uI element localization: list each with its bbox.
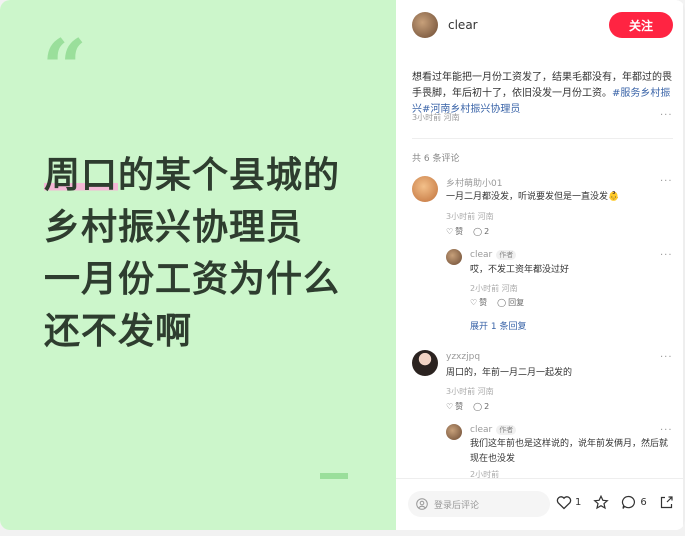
- post-meta: 3小时前 河南: [412, 113, 460, 122]
- headline-highlight: 周口: [44, 155, 119, 196]
- heart-icon: [556, 496, 572, 510]
- comment-total: 6: [640, 497, 647, 508]
- more-icon[interactable]: ···: [660, 250, 673, 261]
- comment-meta: 3小时前 河南: [446, 212, 494, 221]
- comment-actions: ♡ 赞 ◯ 2: [446, 226, 489, 237]
- divider: [412, 138, 673, 139]
- quote-mark: “: [42, 23, 87, 114]
- commenter-name[interactable]: yzxzjpq: [446, 352, 480, 362]
- reply-author-name: clear: [470, 250, 493, 260]
- reply-actions: ♡ 赞 ◯ 回复: [470, 297, 524, 308]
- comment-meta: 3小时前 河南: [446, 387, 494, 396]
- reply-text: 哎，不发工资年都没过好: [470, 265, 570, 275]
- author-badge: 作者: [496, 425, 517, 435]
- heart-icon: ♡: [446, 402, 454, 411]
- heart-icon: ♡: [446, 227, 454, 236]
- more-icon[interactable]: ···: [660, 352, 673, 363]
- comment-text: 周口的，年前一月二月一起发的: [446, 368, 573, 378]
- reply-count: 2: [484, 402, 490, 411]
- reply-button[interactable]: ◯ 2: [473, 227, 489, 236]
- like-label: 赞: [455, 402, 464, 411]
- follow-button[interactable]: 关注: [609, 12, 673, 38]
- cover-image: “ 周口的某个县城的 乡村振兴协理员 一月份工资为什么 还不发啊: [0, 0, 396, 530]
- decor-dash: [320, 473, 348, 479]
- reply-author-name: clear: [470, 425, 493, 435]
- headline-line-4: 还不发啊: [44, 311, 193, 352]
- comment-text: 一月二月都没发，听说要发但是一直没发👶: [446, 192, 620, 202]
- like-label: 赞: [479, 298, 488, 307]
- bottom-bar: 登录后评论 1 6: [396, 478, 685, 530]
- like-button[interactable]: ♡ 赞: [446, 401, 463, 412]
- comment-input[interactable]: 登录后评论: [408, 491, 550, 517]
- like-count: 1: [575, 497, 582, 508]
- more-icon[interactable]: ···: [660, 425, 673, 436]
- reply-meta: 2小时前 河南: [470, 284, 518, 293]
- reply-button[interactable]: ◯ 回复: [497, 297, 524, 308]
- comment-bubble-icon: ◯: [473, 402, 483, 411]
- comment-bubble-icon: [622, 495, 636, 509]
- engagement-actions: 1 6: [556, 495, 674, 510]
- comment-input-placeholder: 登录后评论: [434, 500, 480, 511]
- comment-button[interactable]: 6: [621, 495, 647, 510]
- collect-button[interactable]: [593, 495, 610, 510]
- commenter-avatar[interactable]: [412, 176, 438, 202]
- like-label: 赞: [455, 227, 464, 236]
- reply-author[interactable]: clear 作者: [470, 425, 517, 435]
- user-icon: [416, 498, 428, 510]
- more-icon[interactable]: ···: [660, 110, 673, 121]
- post-text: 想看过年能把一月份工资发了，结果毛都没有，年都过的畏手畏脚，年后初十了，依旧没发…: [412, 70, 672, 118]
- reply-avatar[interactable]: [446, 249, 462, 265]
- reply-button[interactable]: ◯ 2: [473, 402, 489, 411]
- share-icon: [660, 496, 673, 509]
- reply-label: 回复: [508, 298, 525, 307]
- heart-icon: ♡: [470, 298, 478, 307]
- expand-replies-link[interactable]: 展开 1 条回复: [470, 319, 526, 332]
- like-button[interactable]: ♡ 赞: [446, 226, 463, 237]
- like-button[interactable]: 1: [556, 495, 581, 510]
- comment-bubble-icon: ◯: [497, 298, 507, 307]
- author-row[interactable]: clear: [412, 11, 478, 39]
- headline-line-3: 一月份工资为什么: [44, 259, 341, 300]
- star-icon: [593, 495, 610, 510]
- headline-line-2: 乡村振兴协理员: [44, 207, 304, 248]
- reply-avatar[interactable]: [446, 424, 462, 440]
- author-badge: 作者: [496, 250, 517, 260]
- comments-count: 共 6 条评论: [412, 154, 460, 164]
- author-name[interactable]: clear: [448, 18, 478, 32]
- reply-count: 2: [484, 227, 490, 236]
- headline-line-1: 周口的某个县城的: [44, 150, 384, 202]
- note-detail: “ 周口的某个县城的 乡村振兴协理员 一月份工资为什么 还不发啊 clear 关…: [0, 0, 685, 530]
- commenter-name[interactable]: 乡村萌助小01: [446, 176, 502, 189]
- commenter-avatar[interactable]: [412, 350, 438, 376]
- comment-actions: ♡ 赞 ◯ 2: [446, 401, 489, 412]
- reply-text: 我们这年前也是这样说的，说年前发俩月，然后就现在也没发: [470, 439, 669, 464]
- note-panel: clear 关注 想看过年能把一月份工资发了，结果毛都没有，年都过的畏手畏脚，年…: [396, 0, 685, 530]
- reply-author[interactable]: clear 作者: [470, 250, 517, 260]
- cover-headline: 周口的某个县城的 乡村振兴协理员 一月份工资为什么 还不发啊: [44, 150, 384, 358]
- share-button[interactable]: [659, 495, 674, 510]
- headline-line-1-rest: 的某个县城的: [118, 155, 341, 196]
- more-icon[interactable]: ···: [660, 176, 673, 187]
- like-button[interactable]: ♡ 赞: [470, 297, 487, 308]
- author-avatar[interactable]: [412, 12, 438, 38]
- comment-bubble-icon: ◯: [473, 227, 483, 236]
